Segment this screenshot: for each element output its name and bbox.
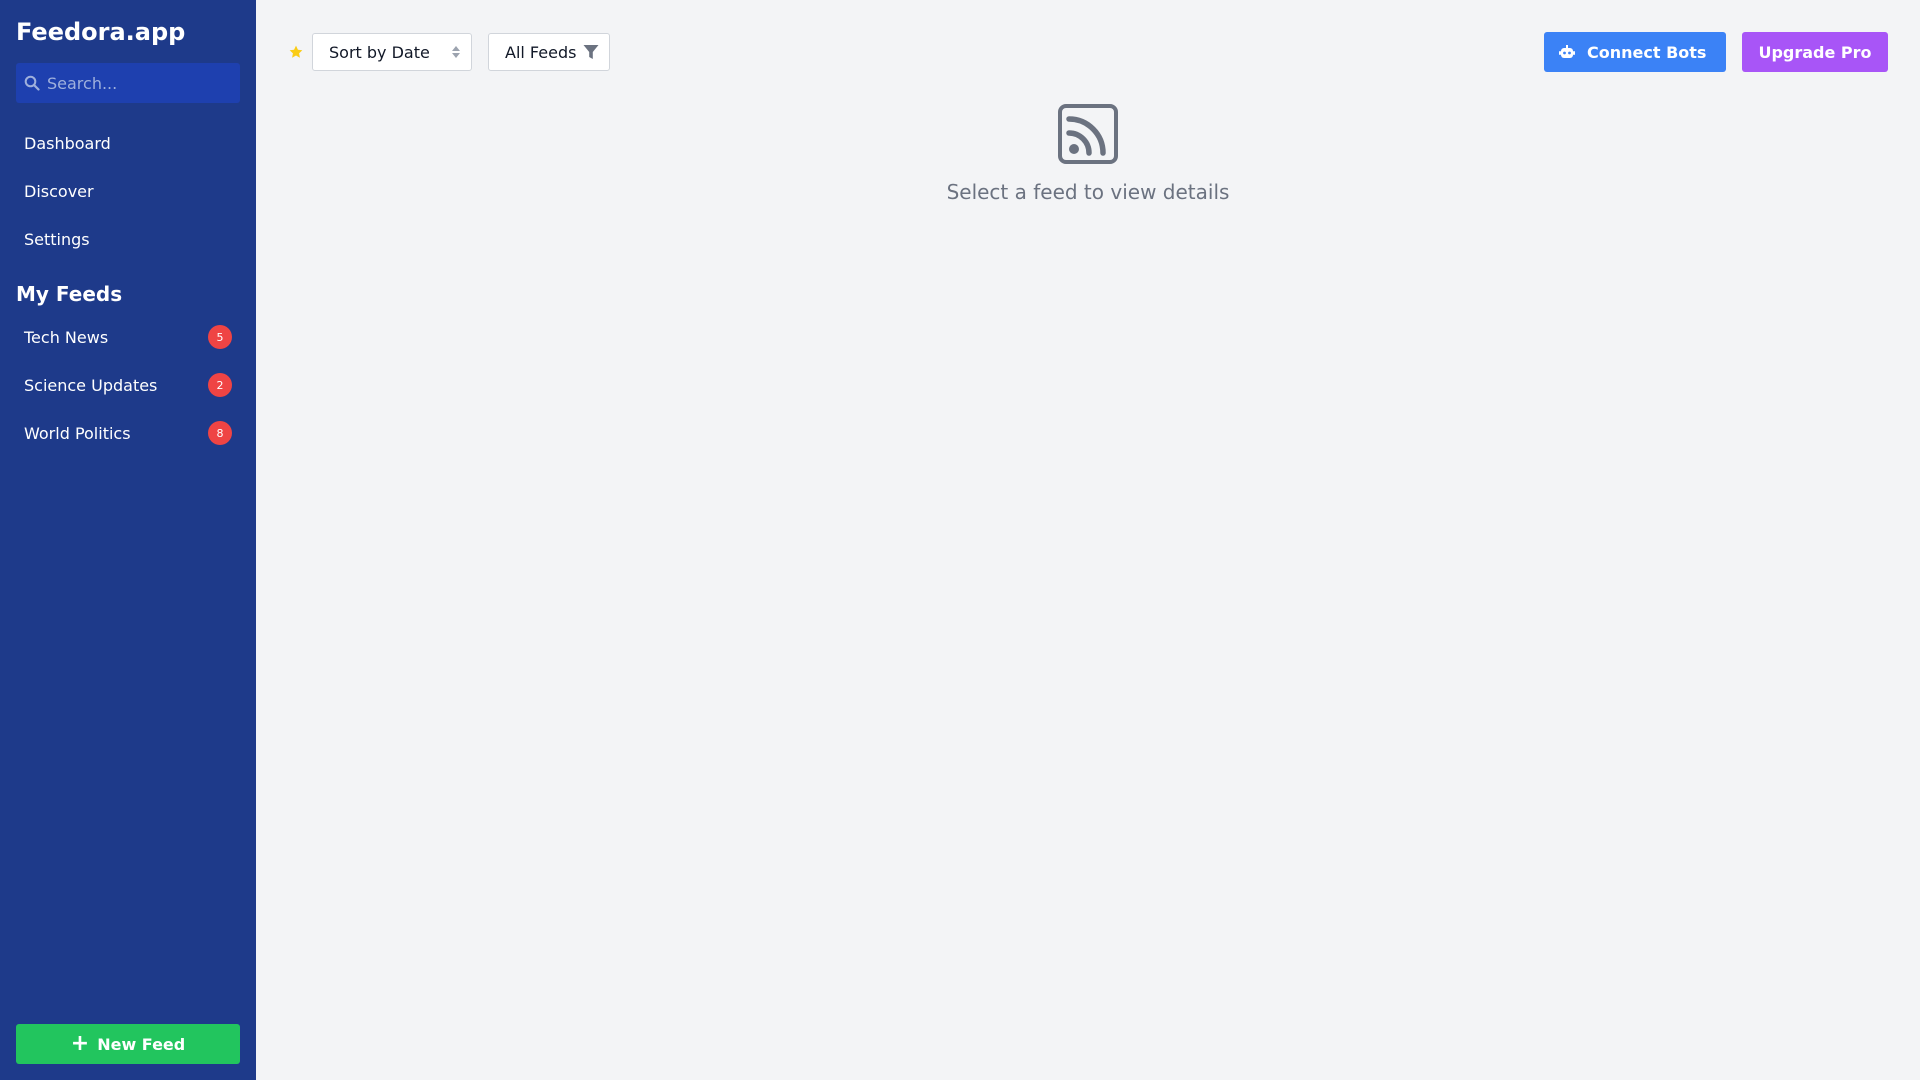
rss-icon xyxy=(1058,104,1118,164)
sidebar-item-discover[interactable]: Discover xyxy=(16,167,240,215)
upgrade-pro-label: Upgrade Pro xyxy=(1758,42,1872,62)
sidebar-item-dashboard[interactable]: Dashboard xyxy=(16,119,240,167)
app-root: Feedora.app Dashboard Discover Settings … xyxy=(0,0,1920,1080)
plus-icon: + xyxy=(70,1031,90,1056)
feed-item-science-updates[interactable]: Science Updates 2 xyxy=(16,361,240,409)
empty-state-message: Select a feed to view details xyxy=(946,180,1230,204)
feed-item-world-politics[interactable]: World Politics 8 xyxy=(16,409,240,457)
my-feeds-heading: My Feeds xyxy=(16,282,123,306)
sidebar-item-label: Dashboard xyxy=(24,133,111,153)
toolbar: Sort by Date All Feeds Connect Bots Upgr… xyxy=(288,32,1888,72)
search-icon xyxy=(24,75,40,91)
star-icon[interactable] xyxy=(288,44,304,60)
empty-state: Select a feed to view details xyxy=(256,104,1920,204)
sidebar: Feedora.app Dashboard Discover Settings … xyxy=(0,0,256,1080)
new-feed-label: New Feed xyxy=(97,1034,186,1054)
search-input[interactable] xyxy=(47,73,217,93)
new-feed-button[interactable]: + New Feed xyxy=(16,1024,240,1064)
feed-filter-select[interactable]: All Feeds xyxy=(488,33,610,71)
unread-count-badge: 8 xyxy=(208,421,232,445)
connect-bots-button[interactable]: Connect Bots xyxy=(1544,32,1726,72)
unread-count-badge: 5 xyxy=(208,325,232,349)
sort-select-value: Sort by Date xyxy=(329,42,430,62)
feed-filter-value: All Feeds xyxy=(505,42,577,62)
sidebar-item-label: Settings xyxy=(24,229,90,249)
app-title: Feedora.app xyxy=(16,18,186,46)
sort-select[interactable]: Sort by Date xyxy=(312,33,472,71)
feed-item-label: Science Updates xyxy=(24,375,158,395)
search-box[interactable] xyxy=(16,63,240,103)
unread-count-badge: 2 xyxy=(208,373,232,397)
sidebar-item-label: Discover xyxy=(24,181,94,201)
filter-icon xyxy=(583,45,599,59)
feed-item-tech-news[interactable]: Tech News 5 xyxy=(16,313,240,361)
connect-bots-label: Connect Bots xyxy=(1587,42,1707,62)
sort-icon xyxy=(452,46,460,58)
upgrade-pro-button[interactable]: Upgrade Pro xyxy=(1742,32,1888,72)
sidebar-item-settings[interactable]: Settings xyxy=(16,215,240,263)
sidebar-nav: Dashboard Discover Settings xyxy=(16,119,240,263)
toolbar-actions: Connect Bots Upgrade Pro xyxy=(1544,32,1888,72)
feed-item-label: Tech News xyxy=(24,327,109,347)
feed-item-label: World Politics xyxy=(24,423,131,443)
robot-icon xyxy=(1559,45,1575,58)
main-content: Sort by Date All Feeds Connect Bots Upgr… xyxy=(256,0,1920,1080)
feed-list: Tech News 5 Science Updates 2 World Poli… xyxy=(16,313,240,457)
